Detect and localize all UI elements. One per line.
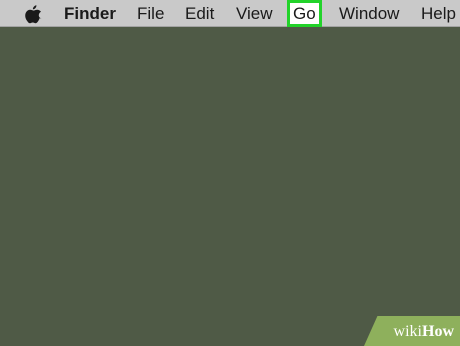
menu-edit[interactable]: Edit xyxy=(185,0,214,27)
watermark-how: How xyxy=(422,323,454,340)
menu-file[interactable]: File xyxy=(137,0,164,27)
menu-bar: Finder File Edit View Go Window Help xyxy=(0,0,460,27)
apple-logo-icon[interactable] xyxy=(24,4,42,24)
menu-finder[interactable]: Finder xyxy=(64,0,116,27)
watermark-text: wikiHow xyxy=(394,323,454,341)
menu-window[interactable]: Window xyxy=(339,0,399,27)
wikihow-watermark: wikiHow xyxy=(364,316,460,346)
desktop-background xyxy=(0,27,460,346)
menu-view[interactable]: View xyxy=(236,0,273,27)
menu-help[interactable]: Help xyxy=(421,0,456,27)
menu-go-highlighted[interactable]: Go xyxy=(287,0,322,27)
watermark-wiki: wiki xyxy=(393,323,422,340)
